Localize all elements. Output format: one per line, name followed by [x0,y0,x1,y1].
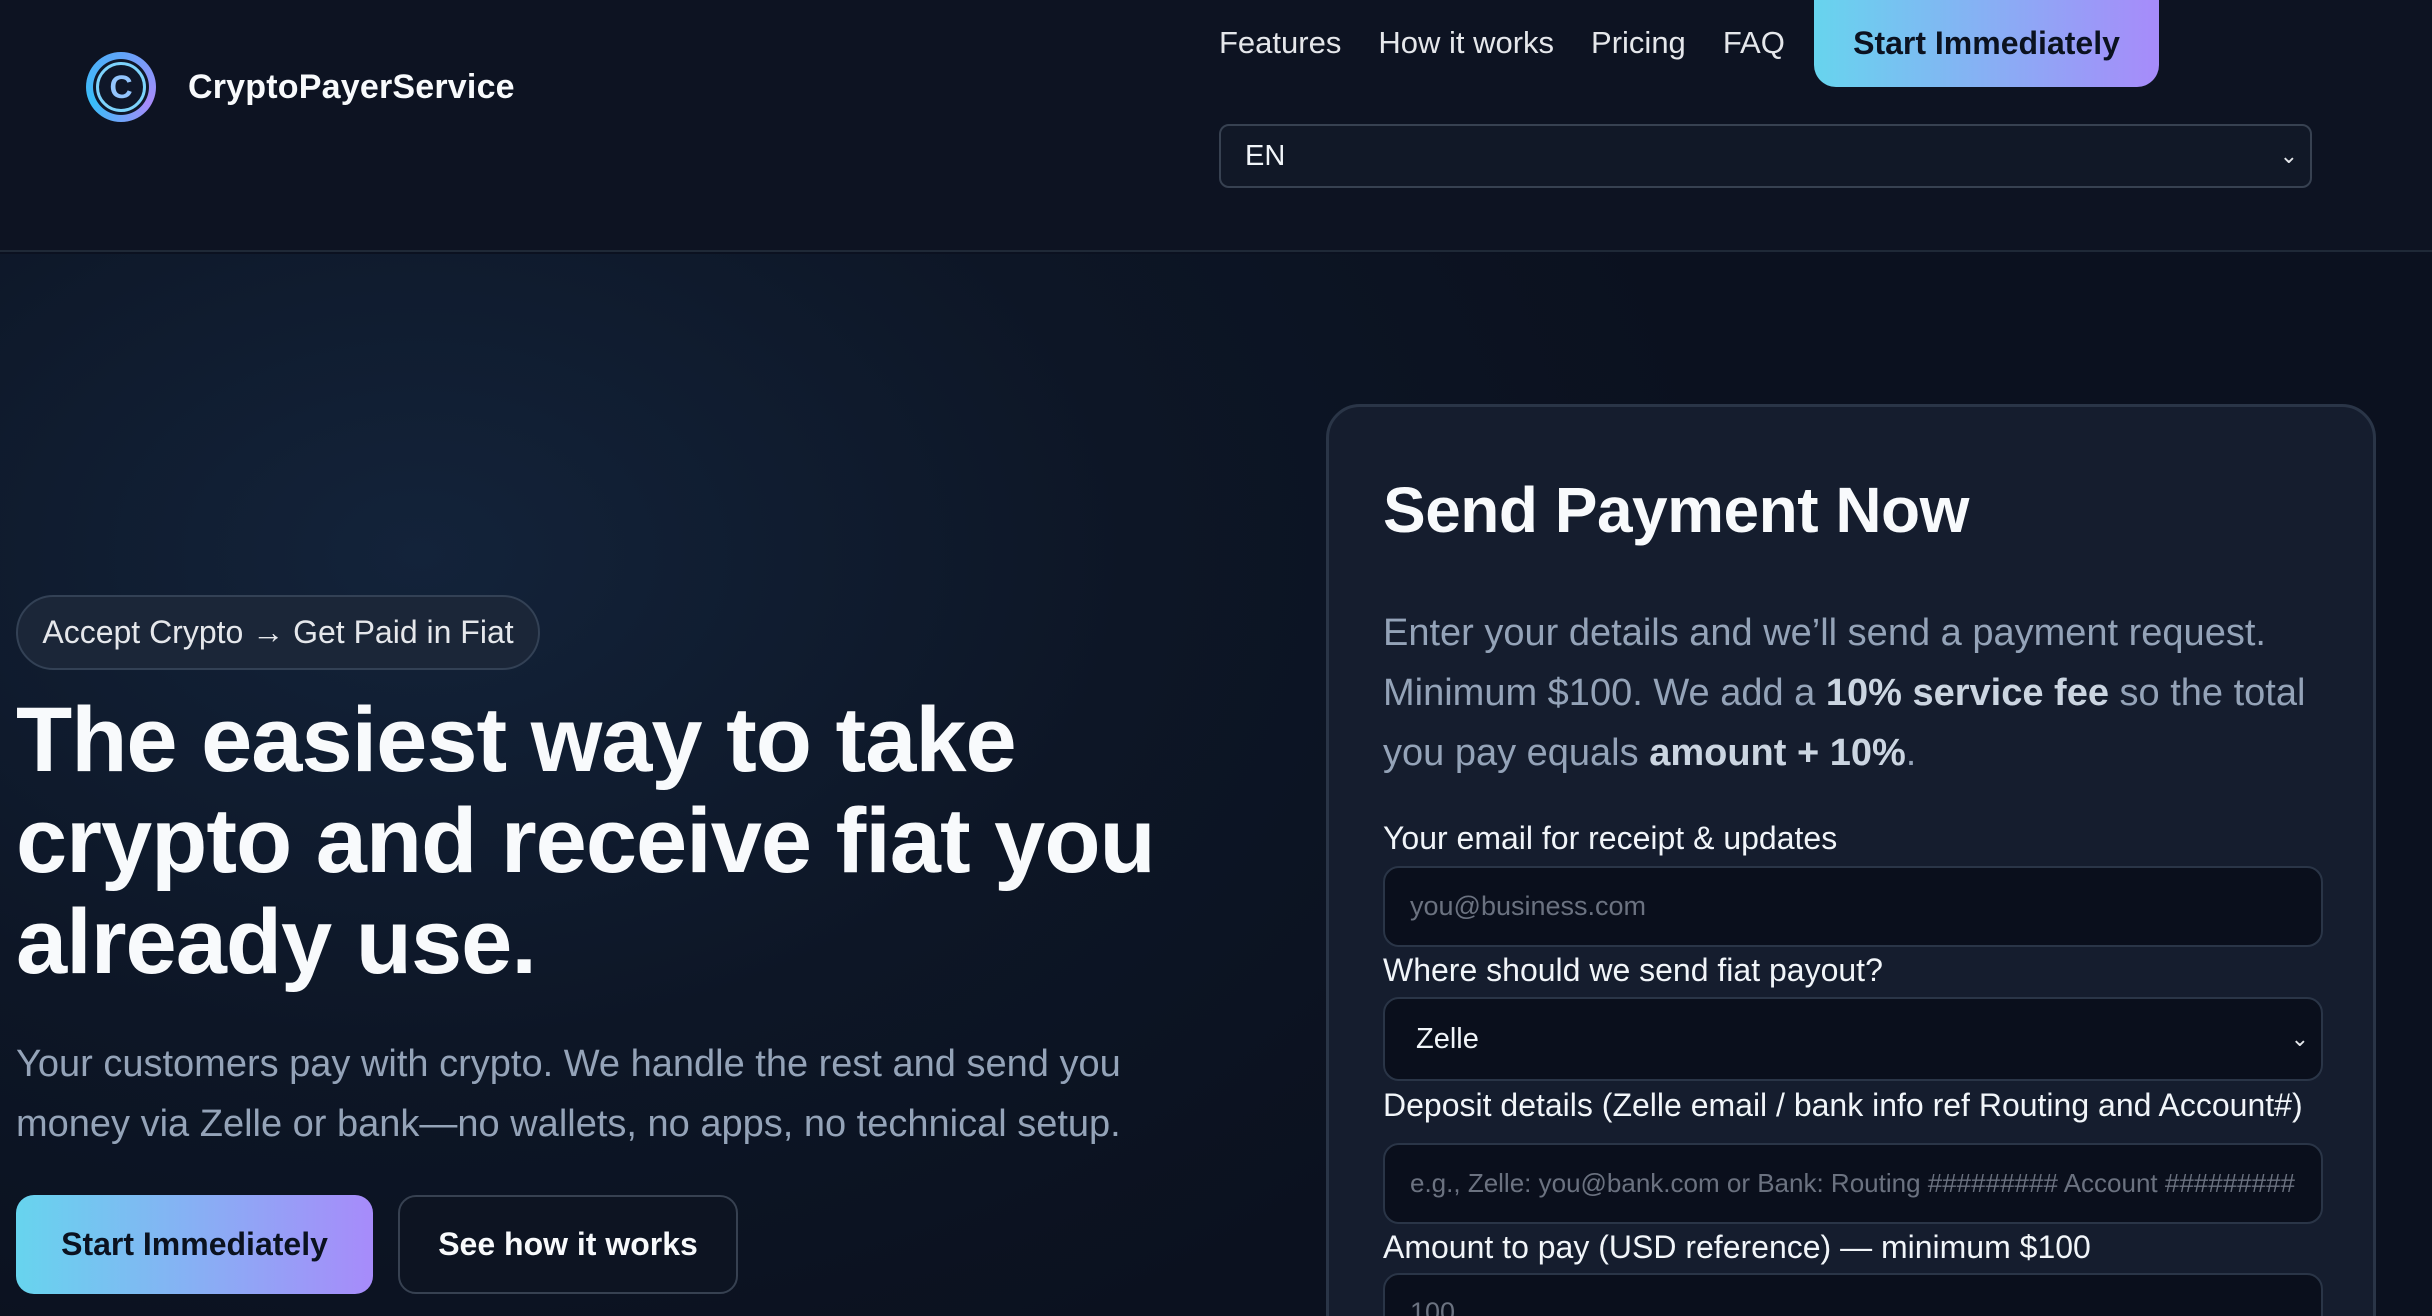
nav-pricing-link[interactable]: Pricing [1591,25,1686,61]
hero-badge: Accept Crypto → Get Paid in Fiat [16,595,540,670]
site-header: C CryptoPayerService Features How it wor… [0,0,2432,252]
amount-label: Amount to pay (USD reference) — minimum … [1383,1229,2091,1265]
see-how-it-works-button[interactable]: See how it works [398,1195,738,1294]
payout-value: Zelle [1416,1022,1479,1055]
start-immediately-button[interactable]: Start Immediately [16,1195,373,1294]
nav-faq-link[interactable]: FAQ [1723,25,1785,61]
chevron-down-icon: ⌄ [2290,1026,2309,1051]
email-field[interactable]: you@business.com [1383,866,2323,947]
deposit-details-field[interactable]: e.g., Zelle: you@bank.com or Bank: Routi… [1383,1143,2323,1224]
brand[interactable]: C CryptoPayerService [86,52,515,122]
main-nav: Features How it works Pricing FAQ [1219,0,1822,86]
hero-subtext: Your customers pay with crypto. We handl… [16,1043,1121,1145]
email-placeholder: you@business.com [1410,891,1647,921]
email-label: Your email for receipt & updates [1383,820,1838,856]
payment-card-title: Send Payment Now [1383,474,1969,546]
brand-name: CryptoPayerService [188,67,515,106]
language-value: EN [1245,139,1286,172]
payout-select[interactable]: Zelle ⌄ [1383,997,2323,1081]
payment-card: Send Payment Now Enter your details and … [1326,404,2376,1316]
language-select[interactable]: EN ⌄ [1219,124,2312,188]
start-immediately-nav-button[interactable]: Start Immediately [1814,0,2159,87]
payment-card-description: Enter your details and we’ll send a paym… [1383,612,2306,774]
logo-icon: C [86,52,156,122]
chevron-down-icon: ⌄ [2279,143,2298,168]
amount-field[interactable]: 100 [1383,1273,2323,1316]
page: C CryptoPayerService Features How it wor… [0,0,2432,1316]
nav-features-link[interactable]: Features [1219,25,1341,61]
deposit-label: Deposit details (Zelle email / bank info… [1383,1087,2303,1123]
hero-headline: The easiest way to take crypto and recei… [16,689,1156,993]
payout-label: Where should we send fiat payout? [1383,952,1883,988]
deposit-placeholder: e.g., Zelle: you@bank.com or Bank: Routi… [1410,1168,2296,1198]
amount-placeholder: 100 [1410,1297,1456,1316]
nav-how-it-works-link[interactable]: How it works [1378,25,1554,61]
